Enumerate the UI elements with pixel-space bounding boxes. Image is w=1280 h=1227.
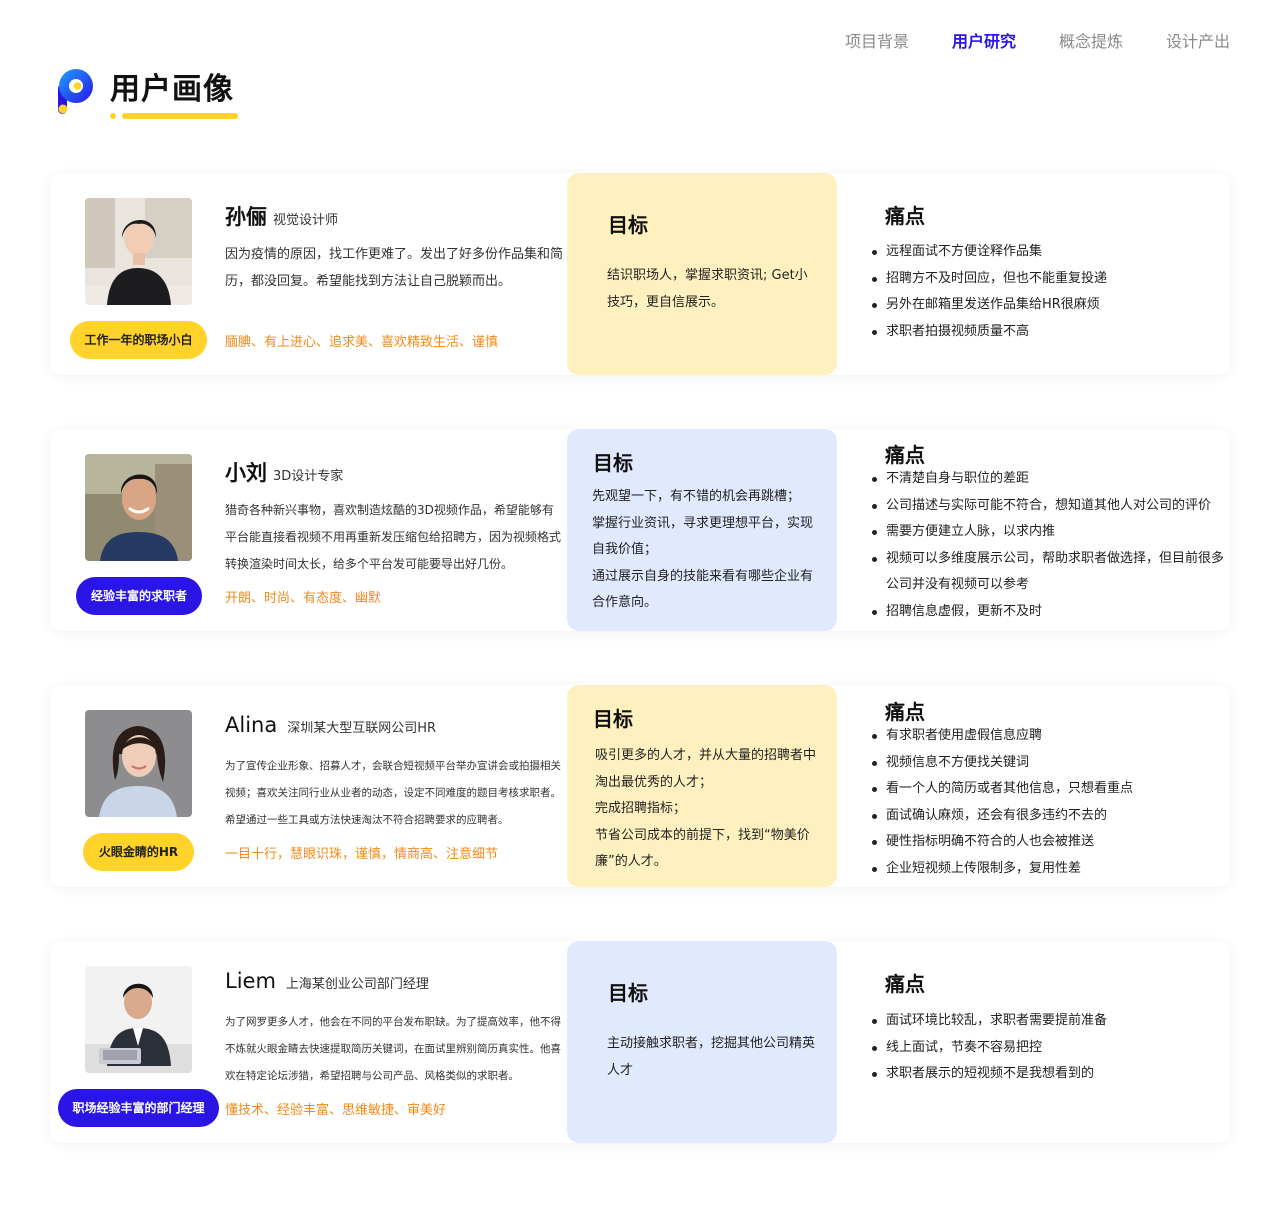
pain-item: 求职者拍摄视频质量不高: [870, 319, 1225, 346]
pain-item: 另外在邮箱里发送作品集给HR很麻烦: [870, 292, 1225, 319]
goal-text: 先观望一下，有不错的机会再跳槽； 掌握行业资讯，寻求更理想平台，实现自我价值； …: [592, 489, 814, 610]
goal-box: 目标 主动接触求职者，挖掘其他公司精英人才: [567, 941, 837, 1143]
goal-text: 结识职场人，掌握求职资讯; Get小技巧，更自信展示。: [607, 268, 808, 310]
persona-name: 小刘: [225, 461, 267, 485]
pain-list: 不清楚自身与职位的差距 公司描述与实际可能不符合，想知道其他人对公司的评价 需要…: [870, 466, 1225, 626]
persona-name-line: 孙俪 视觉设计师: [225, 201, 338, 231]
persona-name-line: 小刘 3D设计专家: [225, 457, 343, 487]
goal-title: 目标: [608, 213, 648, 237]
persona-role: 3D设计专家: [273, 469, 344, 484]
goal-title: 目标: [593, 451, 633, 475]
persona-description: 猎奇各种新兴事物，喜欢制造炫酷的3D视频作品，希望能够有平台能直接看视频不用再重…: [225, 503, 562, 571]
nav-item-design-output[interactable]: 设计产出: [1166, 30, 1230, 54]
avatar: [85, 198, 192, 305]
goal-text: 主动接触求职者，挖掘其他公司精英人才: [607, 1036, 816, 1078]
pain-item: 视频信息不方便找关键词: [870, 750, 1225, 777]
page-title: 用户画像: [110, 72, 234, 107]
pain-title: 痛点: [885, 972, 925, 996]
pain-list: 面试环境比较乱，求职者需要提前准备 线上面试，节奏不容易把控 求职者展示的短视频…: [870, 1008, 1225, 1088]
nav-item-user-research[interactable]: 用户研究: [952, 30, 1016, 54]
pain-item: 线上面试，节奏不容易把控: [870, 1035, 1225, 1062]
pain-title: 痛点: [885, 204, 925, 228]
title-underline: [110, 113, 238, 119]
persona-name-line: Liem 上海某创业公司部门经理: [225, 969, 429, 993]
persona-badge: 经验丰富的求职者: [76, 577, 202, 615]
persona-card-3: 火眼金睛的HR Alina 深圳某大型互联网公司HR 为了宣传企业形象、招募人才，…: [50, 685, 1230, 887]
top-nav: 项目背景 用户研究 概念提炼 设计产出: [802, 30, 1230, 54]
goal-box: 目标 先观望一下，有不错的机会再跳槽； 掌握行业资讯，寻求更理想平台，实现自我价…: [567, 429, 837, 631]
pain-item: 硬性指标明确不符合的人也会被推送: [870, 829, 1225, 856]
persona-traits: 一目十行，慧眼识珠，谨慎，情商高、注意细节: [225, 847, 499, 862]
pain-item: 招聘方不及时回应，但也不能重复投递: [870, 266, 1225, 293]
pain-item: 招聘信息虚假，更新不及时: [870, 599, 1225, 626]
persona-name: Liem: [225, 969, 276, 993]
pain-item: 企业短视频上传限制多，复用性差: [870, 856, 1225, 883]
goal-box: 目标 结识职场人，掌握求职资讯; Get小技巧，更自信展示。: [567, 173, 837, 375]
pain-item: 看一个人的简历或者其他信息，只想看重点: [870, 776, 1225, 803]
pain-item: 需要方便建立人脉，以求内推: [870, 519, 1225, 546]
pain-list: 有求职者使用虚假信息应聘 视频信息不方便找关键词 看一个人的简历或者其他信息，只…: [870, 723, 1225, 883]
persona-card-1: 工作一年的职场小白 孙俪 视觉设计师 因为疫情的原因，找工作更难了。发出了好多份作…: [50, 173, 1230, 375]
persona-description: 为了宣传企业形象、招募人才，会联合短视频平台举办宣讲会或拍摄相关视频；喜欢关注同…: [225, 760, 561, 826]
pain-list: 远程面试不方便诠释作品集 招聘方不及时回应，但也不能重复投递 另外在邮箱里发送作…: [870, 239, 1225, 345]
persona-role: 视觉设计师: [273, 213, 339, 228]
pain-item: 公司描述与实际可能不符合，想知道其他人对公司的评价: [870, 493, 1225, 520]
persona-badge: 火眼金睛的HR: [83, 833, 194, 871]
persona-traits: 腼腆、有上进心、追求美、喜欢精致生活、谨慎: [225, 335, 499, 350]
avatar: [85, 966, 192, 1073]
persona-card-2: 经验丰富的求职者 小刘 3D设计专家 猎奇各种新兴事物，喜欢制造炫酷的3D视频作品…: [50, 429, 1230, 631]
nav-item-background[interactable]: 项目背景: [845, 30, 909, 54]
persona-card-4: 职场经验丰富的部门经理 Liem 上海某创业公司部门经理 为了网罗更多人才，他会在…: [50, 941, 1230, 1143]
persona-badge: 工作一年的职场小白: [70, 321, 207, 359]
nav-item-concept[interactable]: 概念提炼: [1059, 30, 1123, 54]
goal-title: 目标: [593, 707, 633, 731]
persona-name: Alina: [225, 713, 278, 737]
persona-role: 深圳某大型互联网公司HR: [287, 721, 437, 736]
persona-description: 为了网罗更多人才，他会在不同的平台发布职缺。为了提高效率，他不得不炼就火眼金睛去…: [225, 1016, 561, 1082]
avatar: [85, 710, 192, 817]
persona-description: 因为疫情的原因，找工作更难了。发出了好多份作品集和简历，都没回复。希望能找到方法…: [225, 247, 564, 289]
pain-item: 视频可以多维度展示公司，帮助求职者做选择，但目前很多公司并没有视频可以参考: [870, 546, 1225, 599]
persona-name-line: Alina 深圳某大型互联网公司HR: [225, 713, 436, 737]
pain-item: 远程面试不方便诠释作品集: [870, 239, 1225, 266]
pain-item: 不清楚自身与职位的差距: [870, 466, 1225, 493]
pain-title: 痛点: [885, 700, 925, 724]
goal-title: 目标: [608, 981, 648, 1005]
pain-item: 面试确认麻烦，还会有很多违约不去的: [870, 803, 1225, 830]
persona-name: 孙俪: [225, 205, 267, 229]
persona-traits: 开朗、时尚、有态度、幽默: [225, 591, 382, 606]
pain-item: 有求职者使用虚假信息应聘: [870, 723, 1225, 750]
pain-item: 求职者展示的短视频不是我想看到的: [870, 1061, 1225, 1088]
brand-logo-icon: [58, 69, 93, 114]
persona-traits: 懂技术、经验丰富、思维敏捷、审美好: [225, 1103, 447, 1118]
pain-item: 面试环境比较乱，求职者需要提前准备: [870, 1008, 1225, 1035]
persona-role: 上海某创业公司部门经理: [285, 977, 429, 992]
pain-title: 痛点: [885, 443, 925, 467]
avatar: [85, 454, 192, 561]
goal-box: 目标 吸引更多的人才，并从大量的招聘者中淘出最优秀的人才； 完成招聘指标； 节省…: [567, 685, 837, 887]
goal-text: 吸引更多的人才，并从大量的招聘者中淘出最优秀的人才； 完成招聘指标； 节省公司成…: [595, 748, 817, 869]
persona-badge: 职场经验丰富的部门经理: [58, 1089, 219, 1127]
